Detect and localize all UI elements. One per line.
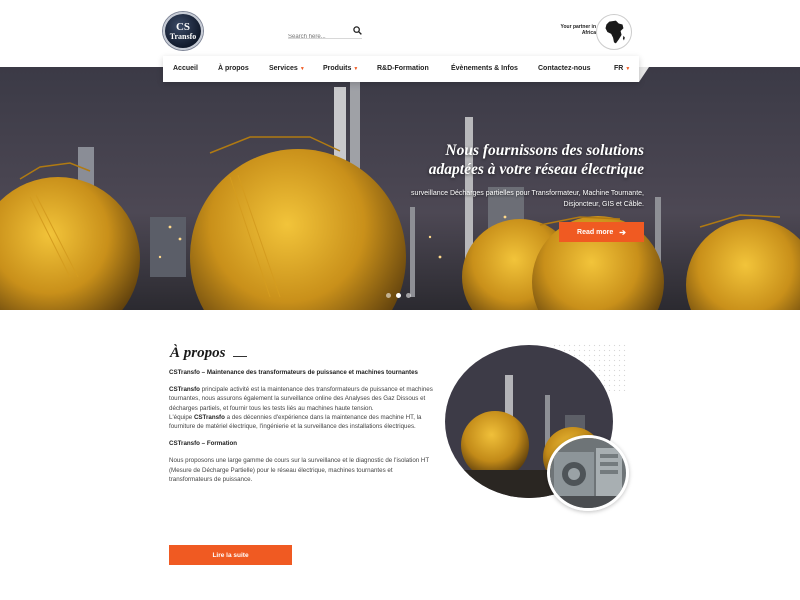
nav-item-language[interactable]: FR ▼ <box>614 65 630 72</box>
slider-dot-active[interactable] <box>396 293 401 298</box>
read-more-label: Read more <box>577 228 614 236</box>
search-box <box>288 25 362 40</box>
nav-item-a-propos[interactable]: À propos <box>218 65 249 72</box>
hero-slider: Nous fournissons des solutions adaptées … <box>0 67 800 310</box>
main-nav: Accueil À propos Services ▼ Produits ▼ R&D… <box>163 56 639 82</box>
logo-text-transfo: Transfo <box>169 31 197 41</box>
hero-title: Nous fournissons des solutions adaptées … <box>384 141 644 179</box>
slider-dot[interactable] <box>406 293 411 298</box>
hero-refinery-image <box>0 67 800 310</box>
about-text: CSTransfo – Maintenance des transformate… <box>169 368 433 492</box>
read-more-button[interactable]: Read more ➔ <box>559 222 644 242</box>
about-paragraph-3: Nous proposons une large gamme de cours … <box>169 457 430 483</box>
nav-item-services[interactable]: Services ▼ <box>269 65 305 72</box>
nav-label: Services <box>269 65 298 72</box>
brand-name: CSTransfo <box>193 413 225 421</box>
nav-label: Contactez-nous <box>538 65 591 72</box>
read-more-about-button[interactable]: Lire la suite <box>169 545 292 565</box>
nav-item-contact[interactable]: Contactez-nous <box>538 65 591 72</box>
paragraph-text: L'équipe <box>169 413 194 421</box>
title-underline <box>233 356 247 357</box>
nav-label: R&D-Formation <box>377 65 429 72</box>
search-icon[interactable] <box>353 26 362 35</box>
nav-item-rd-formation[interactable]: R&D-Formation <box>377 65 429 72</box>
search-input[interactable] <box>288 34 348 40</box>
nav-label: À propos <box>218 65 249 72</box>
slider-dots <box>386 293 411 298</box>
nav-item-produits[interactable]: Produits ▼ <box>323 65 358 72</box>
nav-label: Produits <box>323 65 352 72</box>
nav-label: FR <box>614 65 624 72</box>
africa-map-icon <box>596 14 632 50</box>
slider-dot[interactable] <box>386 293 391 298</box>
about-heading-maintenance: CSTransfo – Maintenance des transformate… <box>169 369 418 376</box>
chevron-down-icon: ▼ <box>353 66 359 72</box>
chevron-down-icon: ▼ <box>625 66 631 72</box>
hero-subtitle: surveillance Décharges partielles pour T… <box>411 190 644 208</box>
about-heading-formation: CSTransfo – Formation <box>169 440 238 448</box>
transformer-circle-image <box>547 435 629 511</box>
cstransfo-logo[interactable]: CS Transfo <box>163 12 203 50</box>
hero-title-line1: Nous fournissons des solutions <box>445 142 644 159</box>
nav-item-evenements[interactable]: Évènements & Infos <box>451 65 518 72</box>
paragraph-text: principale activité est la maintenance d… <box>169 386 433 412</box>
logo-text-cs: CS <box>175 20 191 33</box>
brand-name: CSTransfo <box>169 386 200 394</box>
chevron-down-icon: ▼ <box>299 66 305 72</box>
hero-title-line2: adaptées à votre réseau électrique <box>428 161 644 178</box>
about-title: À propos <box>170 345 226 361</box>
arrow-right-icon: ➔ <box>619 227 626 237</box>
about-paragraph-1: CSTransfo principale activité est la mai… <box>169 385 433 431</box>
partner-line2: Africa <box>581 30 596 36</box>
nav-item-accueil[interactable]: Accueil <box>173 65 198 72</box>
nav-label: Évènements & Infos <box>451 65 518 72</box>
site-header: CS Transfo Your partner in Africa <box>0 0 800 56</box>
nav-label: Accueil <box>173 65 198 72</box>
partner-tagline: Your partner in Africa <box>556 24 596 36</box>
